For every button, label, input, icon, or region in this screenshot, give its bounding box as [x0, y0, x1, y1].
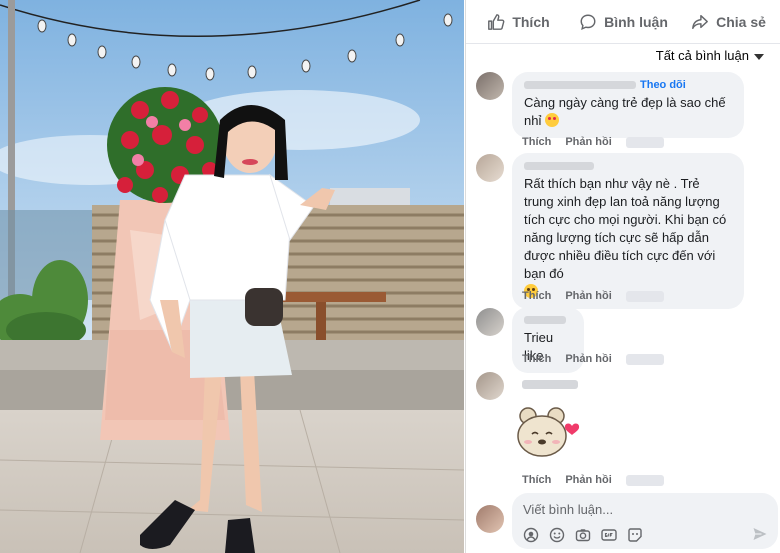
commenter-avatar[interactable]	[476, 154, 504, 182]
current-user-avatar[interactable]	[476, 505, 504, 533]
comment-like-link[interactable]: Thích	[522, 474, 551, 486]
comment-meta: Thích Phản hồi	[522, 136, 664, 148]
comment-meta: Thích Phản hồi	[522, 353, 664, 365]
comment-reply-link[interactable]: Phản hồi	[565, 474, 611, 486]
comment-filter-dropdown[interactable]: Tất cả bình luận	[656, 48, 764, 63]
comment-input[interactable]: Viết bình luận...	[523, 502, 613, 517]
commenter-name[interactable]	[524, 161, 594, 170]
camera-icon[interactable]	[575, 527, 591, 543]
commenter-name-row	[524, 313, 572, 326]
commenter-name[interactable]	[524, 315, 566, 324]
photo-scene	[0, 0, 464, 553]
comment-bubble: Theo dõi Càng ngày càng trẻ đẹp là sao c…	[512, 72, 744, 138]
comment-filter-label: Tất cả bình luận	[655, 48, 749, 63]
bear-heart-sticker[interactable]	[512, 404, 584, 462]
comment-reply-link[interactable]: Phản hồi	[565, 353, 611, 365]
comment-meta: Thích Phản hồi	[522, 290, 664, 302]
comment-like-link[interactable]: Thích	[522, 136, 551, 148]
comment-bubble: Rất thích bạn như vậy nè . Trẻ trung xin…	[512, 153, 744, 309]
commenter-name[interactable]	[524, 80, 636, 89]
comment-meta: Thích Phản hồi	[522, 474, 664, 486]
share-label: Chia sẻ	[716, 13, 766, 30]
chevron-down-icon	[754, 53, 764, 60]
like-label: Thích	[512, 13, 550, 30]
comment-button[interactable]: Bình luận	[571, 13, 676, 31]
share-arrow-icon	[692, 14, 709, 29]
composer-tools	[523, 527, 643, 543]
comment-timestamp[interactable]	[625, 290, 664, 302]
avatar-sticker-icon[interactable]	[523, 527, 539, 543]
comments-panel: Thích Bình luận Chia sẻ Tất cả bình luận…	[465, 0, 780, 553]
comment-like-link[interactable]: Thích	[522, 290, 551, 302]
commenter-name[interactable]	[522, 380, 578, 389]
commenter-avatar[interactable]	[476, 308, 504, 336]
comment-label: Bình luận	[604, 13, 668, 30]
like-button[interactable]: Thích	[466, 13, 571, 31]
commenter-name-row: Theo dõi	[524, 78, 732, 91]
comment-timestamp[interactable]	[625, 136, 664, 148]
comment-reply-link[interactable]: Phản hồi	[565, 290, 611, 302]
post-photo[interactable]	[0, 0, 464, 553]
post-actions-bar: Thích Bình luận Chia sẻ	[466, 0, 780, 44]
comment-reply-link[interactable]: Phản hồi	[565, 136, 611, 148]
comment-timestamp[interactable]	[625, 353, 664, 365]
speech-bubble-icon	[580, 14, 596, 30]
commenter-name-row	[524, 159, 732, 172]
commenter-avatar[interactable]	[476, 72, 504, 100]
comment-text: Càng ngày càng trẻ đẹp là sao chế nhỉ	[524, 95, 726, 128]
gif-icon[interactable]	[601, 527, 617, 543]
commenter-avatar[interactable]	[476, 372, 504, 400]
thumbs-up-icon	[488, 13, 505, 30]
comment-composer[interactable]: Viết bình luận...	[512, 493, 778, 549]
comment-timestamp[interactable]	[625, 474, 664, 486]
sticker-icon[interactable]	[627, 527, 643, 543]
comment-like-link[interactable]: Thích	[522, 353, 551, 365]
emoji-icon[interactable]	[549, 527, 565, 543]
heart-eyes-emoji-icon	[544, 113, 559, 127]
follow-button[interactable]: Theo dõi	[640, 79, 686, 91]
comment-text: Rất thích bạn như vậy nè . Trẻ trung xin…	[524, 175, 732, 301]
send-icon[interactable]	[752, 526, 768, 542]
share-button[interactable]: Chia sẻ	[676, 13, 780, 31]
